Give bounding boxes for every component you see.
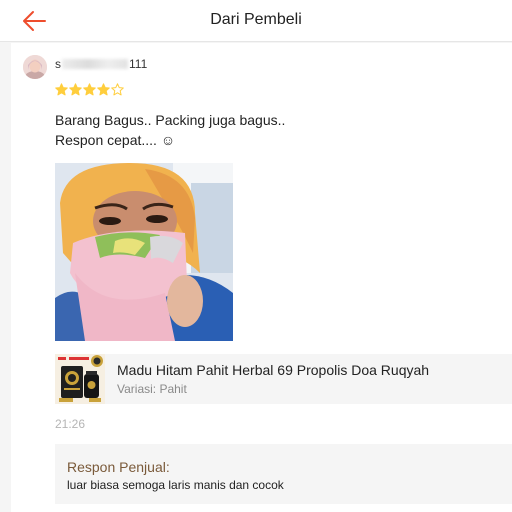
star-filled-icon (55, 83, 68, 96)
seller-reply-text: luar biasa semoga laris manis dan cocok (67, 478, 284, 492)
product-name: Madu Hitam Pahit Herbal 69 Propolis Doa … (117, 362, 430, 378)
product-thumbnail (55, 354, 105, 404)
star-empty-icon (111, 83, 124, 96)
top-bar: Dari Pembeli (0, 0, 512, 42)
star-filled-icon (97, 83, 110, 96)
star-filled-icon (69, 83, 82, 96)
product-link[interactable]: Madu Hitam Pahit Herbal 69 Propolis Doa … (55, 354, 512, 404)
username-prefix: s (55, 57, 61, 71)
star-filled-icon (83, 83, 96, 96)
username-suffix: 111 (129, 57, 148, 71)
review-text: Barang Bagus.. Packing juga bagus.. Resp… (55, 110, 495, 150)
seller-reply: Respon Penjual: luar biasa semoga laris … (55, 444, 512, 504)
page-title: Dari Pembeli (210, 11, 302, 28)
reviewer-username: s 111 (55, 57, 147, 71)
review-line-2: Respon cepat.... ☺ (55, 132, 176, 148)
review-photo-image (55, 163, 233, 341)
rating-stars (55, 83, 124, 99)
avatar-image (23, 55, 47, 79)
review-photo[interactable] (55, 163, 233, 341)
seller-reply-label: Respon Penjual: (67, 459, 170, 475)
review-line-1: Barang Bagus.. Packing juga bagus.. (55, 112, 286, 128)
avatar[interactable] (23, 55, 47, 79)
product-variant: Variasi: Pahit (117, 382, 187, 396)
review-timestamp: 21:26 (55, 417, 86, 431)
review-card: s 111 Barang Bagus.. Packing juga bagus..… (11, 43, 512, 512)
username-redaction (62, 59, 128, 69)
